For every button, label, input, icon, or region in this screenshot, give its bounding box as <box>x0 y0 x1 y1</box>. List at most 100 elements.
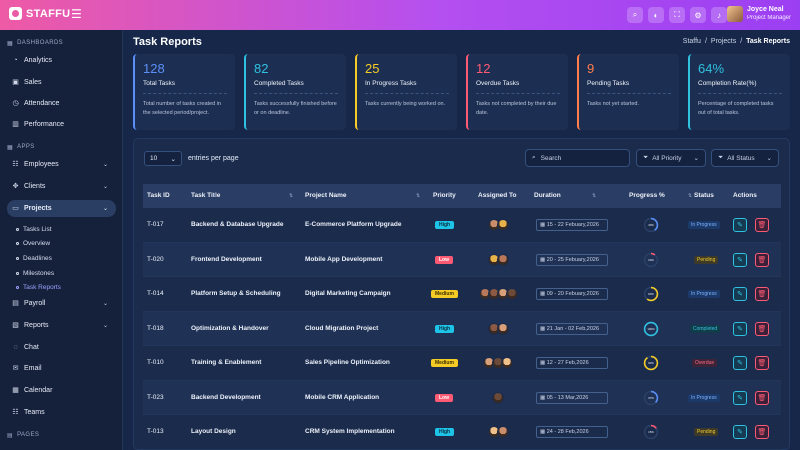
wallet-icon: ▤ <box>12 300 19 307</box>
sidebar-item-reports[interactable]: ▧ Reports ⌄ <box>7 317 116 334</box>
task-title: Backend Development <box>191 393 261 401</box>
task-report-table-panel: 10 ⌄ entries per page ⌕ Search ⏷ All Pri… <box>133 138 790 450</box>
avatar[interactable] <box>496 219 509 231</box>
sidebar-item-email[interactable]: ✉ Email <box>7 360 116 377</box>
status-badge: Completed <box>690 324 721 333</box>
edit-button[interactable]: ✎ <box>733 321 747 336</box>
fullscreen-icon[interactable]: ⛶ <box>669 7 685 23</box>
delete-button[interactable]: 🗑 <box>755 390 769 405</box>
search-icon[interactable]: ⌕ <box>627 7 643 23</box>
sidebar-item-projects[interactable]: ▭ Projects ⌄ <box>7 200 116 217</box>
sidebar-subitem-task-reports[interactable]: Task Reports <box>16 282 61 292</box>
stat-label: In Progress Tasks <box>365 80 417 87</box>
table-row: T-023 Backend Development Mobile CRM Appli… <box>143 380 781 415</box>
edit-button[interactable]: ✎ <box>733 390 747 405</box>
sidebar-subitem-deadlines[interactable]: Deadlines <box>16 253 52 263</box>
assignee-avatars <box>487 426 509 438</box>
column-header-duration[interactable]: Duration <box>534 184 561 208</box>
breadcrumb: Staffu / Projects / Task Reports <box>683 38 790 45</box>
priority-badge: Medium <box>431 290 458 298</box>
sidebar-subitem-milestones[interactable]: Milestones <box>16 268 54 278</box>
priority-filter-select[interactable]: ⏷ All Priority ⌄ <box>636 149 706 167</box>
sidebar-item-attendance[interactable]: ◷ Attendance <box>7 95 116 112</box>
bell-icon[interactable]: ♪ <box>711 7 727 23</box>
duration-text: 21 Jan - 02 Feb,2026 <box>546 325 600 332</box>
priority-badge: High <box>435 221 455 229</box>
status-badge: Pending <box>694 428 719 436</box>
sidebar-item-analytics[interactable]: ◔ Analytics <box>7 52 116 69</box>
sidebar-item-calendar[interactable]: ▦ Calendar <box>7 382 116 399</box>
column-header-project-name[interactable]: Project Name <box>305 184 347 208</box>
theme-icon[interactable]: ◐ <box>648 7 664 23</box>
bullet-icon <box>16 271 19 275</box>
breadcrumb-projects[interactable]: Projects <box>711 38 736 45</box>
column-header-actions: Actions <box>733 192 757 199</box>
sort-icon[interactable]: ⇅ <box>213 184 217 208</box>
sort-icon[interactable]: ⇅ <box>289 184 293 208</box>
chevron-down-icon: ⌄ <box>102 206 108 212</box>
sort-icon[interactable]: ⇅ <box>688 184 692 208</box>
edit-button[interactable]: ✎ <box>733 287 747 301</box>
calendar-icon: ▦ <box>12 387 19 394</box>
sidebar-item-performance[interactable]: ▥ Performance <box>7 116 116 133</box>
delete-button[interactable]: 🗑 <box>755 321 769 336</box>
progress-ring: 10% <box>643 252 659 267</box>
stat-value: 9 <box>587 61 595 76</box>
delete-button[interactable]: 🗑 <box>755 252 769 267</box>
sidebar-item-payroll[interactable]: ▤ Payroll ⌄ <box>7 295 116 312</box>
mail-icon: ✉ <box>12 365 19 372</box>
status-badge: In Progress <box>688 290 720 298</box>
sidebar-item-employees[interactable]: ☷ Employees ⌄ <box>7 156 116 173</box>
avatar[interactable] <box>505 288 518 300</box>
sidebar-item-chat[interactable]: ◌ Chat <box>7 339 116 356</box>
edit-button[interactable]: ✎ <box>733 218 747 232</box>
user-menu[interactable]: Joyce Neal Project Manager <box>727 5 791 22</box>
delete-button[interactable]: 🗑 <box>755 425 769 439</box>
column-header-progress[interactable]: Progress % <box>629 184 665 208</box>
settings-icon[interactable]: ⚙ <box>690 7 706 23</box>
progress-ring: 37% <box>643 390 659 405</box>
stat-label: Total Tasks <box>143 80 176 87</box>
progress-label: 15% <box>648 430 654 434</box>
status-filter-select[interactable]: ⏷ All Status ⌄ <box>711 149 779 167</box>
delete-button[interactable]: 🗑 <box>755 356 769 370</box>
sort-icon[interactable]: ⇅ <box>416 184 420 208</box>
edit-button[interactable]: ✎ <box>733 425 747 439</box>
sidebar-subitem-tasks-list[interactable]: Tasks List <box>16 224 52 234</box>
project-name: Cloud Migration Project <box>305 324 379 332</box>
avatar[interactable] <box>501 357 513 369</box>
entries-select[interactable]: 10 ⌄ <box>144 151 182 166</box>
menu-toggle-icon[interactable]: ☰ <box>71 8 83 20</box>
delete-button[interactable]: 🗑 <box>755 218 769 232</box>
project-name: Digital Marketing Campaign <box>305 290 391 297</box>
handshake-icon: ✥ <box>12 183 19 190</box>
avatar[interactable] <box>496 253 509 266</box>
delete-button[interactable]: 🗑 <box>755 287 769 301</box>
sidebar-item-teams[interactable]: ☷ Teams <box>7 404 116 421</box>
sidebar-item-sales[interactable]: ▣ Sales <box>7 74 116 91</box>
sidebar: ▦ DASHBOARDS ▦ APPS ▤ PAGES ◔ Analytics ▣ Sale… <box>0 30 123 450</box>
table-row: T-020 Frontend Development Mobile App Deve… <box>143 242 781 277</box>
progress-ring: 100% <box>643 321 659 336</box>
task-title: Platform Setup & Scheduling <box>191 290 281 297</box>
stat-description: Total number of tasks created in the sel… <box>143 101 221 116</box>
sidebar-subitem-label: Milestones <box>23 269 55 277</box>
search-input[interactable]: ⌕ Search <box>525 149 630 167</box>
avatar[interactable] <box>492 391 504 404</box>
sidebar-subitem-overview[interactable]: Overview <box>16 238 50 248</box>
avatar[interactable] <box>496 322 509 335</box>
sort-icon[interactable]: ⇅ <box>592 184 596 208</box>
progress-ring: 90% <box>643 355 659 371</box>
assignee-avatars <box>487 253 509 266</box>
sidebar-item-label: Clients <box>24 183 46 190</box>
brand[interactable]: STAFFU <box>9 7 70 20</box>
sidebar-subitem-label: Task Reports <box>23 283 61 291</box>
edit-button[interactable]: ✎ <box>733 252 747 267</box>
column-header-task-id[interactable]: Task ID <box>147 184 170 208</box>
edit-button[interactable]: ✎ <box>733 356 747 370</box>
project-name: E-Commerce Platform Upgrade <box>305 221 402 228</box>
chevron-down-icon: ⌄ <box>170 155 176 163</box>
sidebar-item-clients[interactable]: ✥ Clients ⌄ <box>7 178 116 195</box>
breadcrumb-home[interactable]: Staffu <box>683 38 701 45</box>
avatar[interactable] <box>496 426 509 438</box>
